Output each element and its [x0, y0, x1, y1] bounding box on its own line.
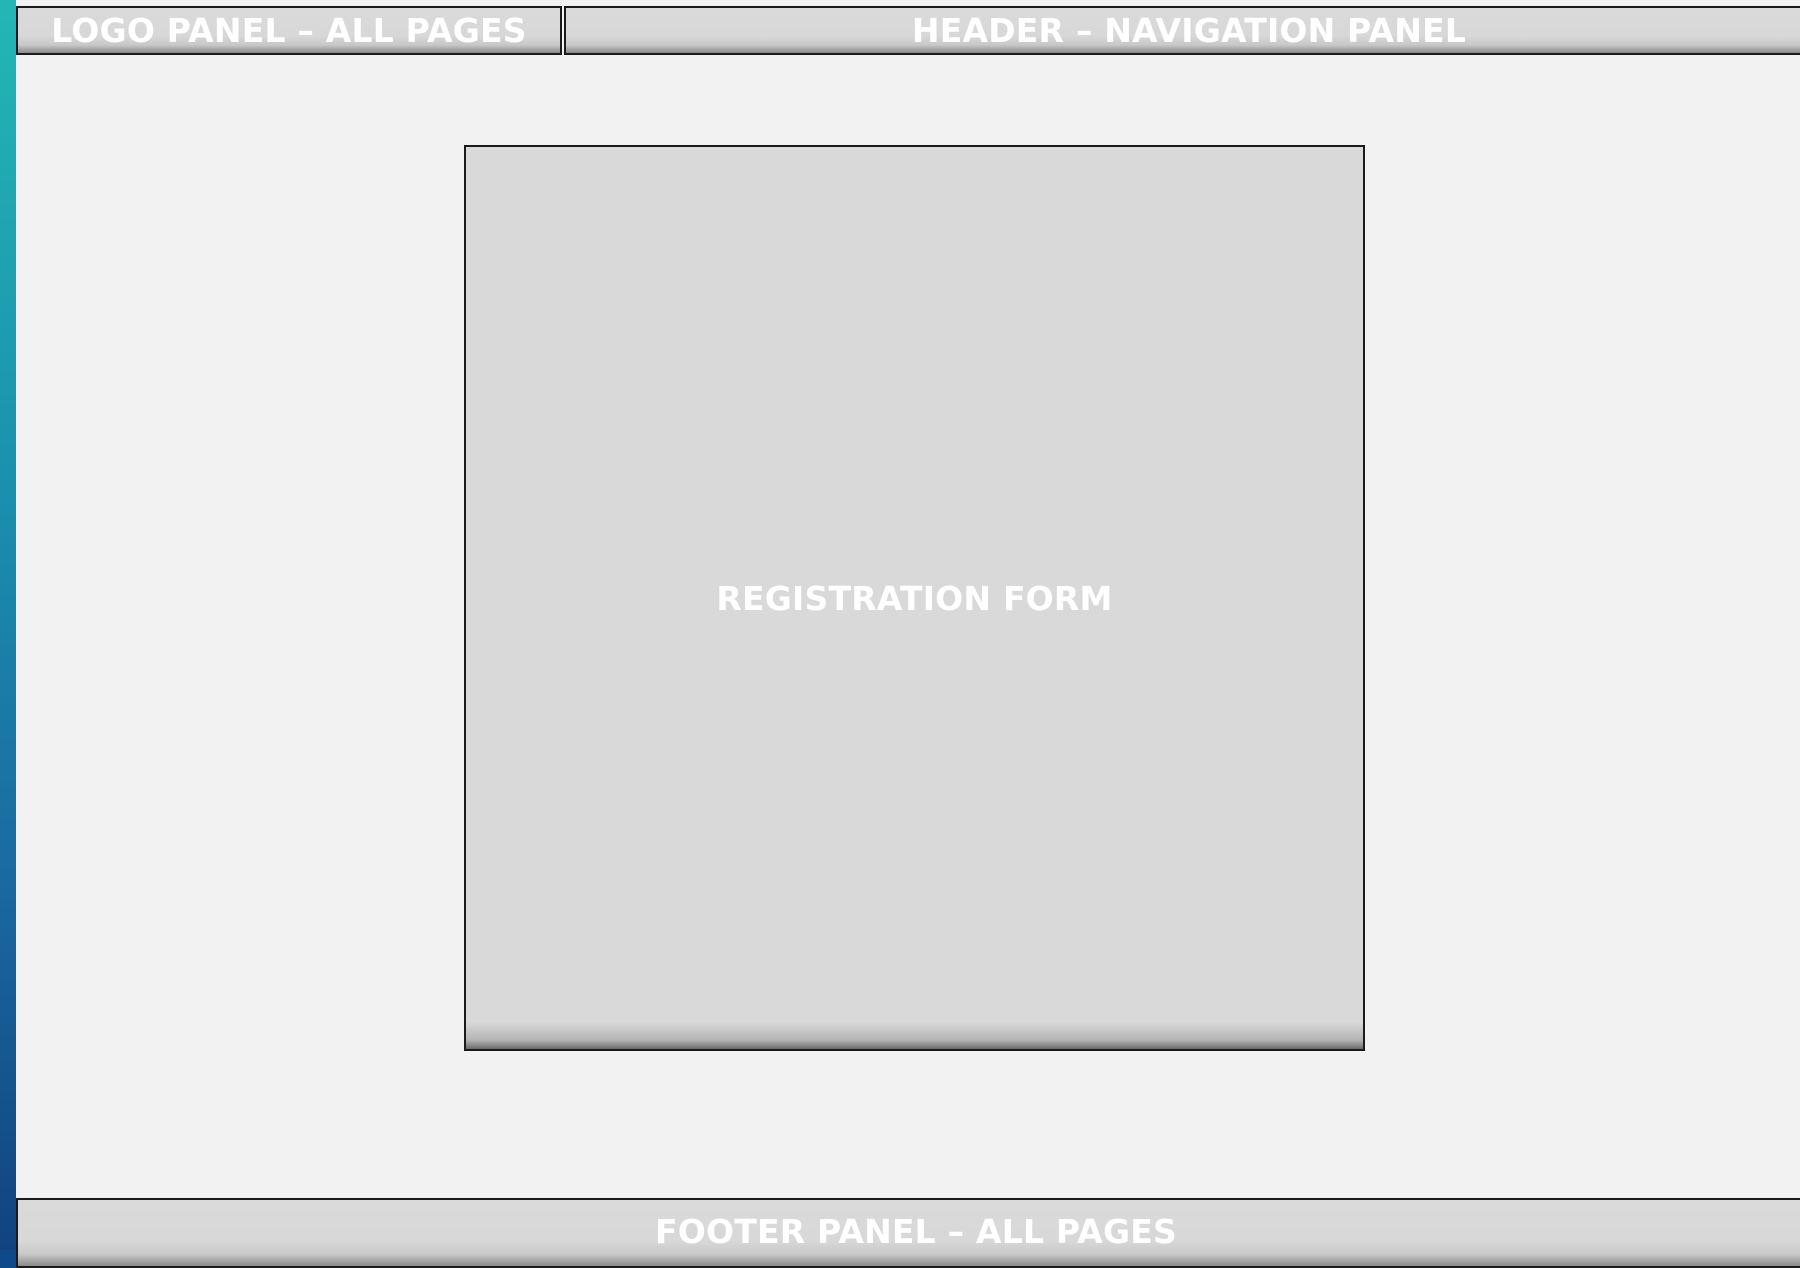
left-accent-strip — [0, 0, 16, 1250]
header-panel-label: HEADER – NAVIGATION PANEL — [911, 11, 1467, 50]
footer-panel-label: FOOTER PANEL – ALL PAGES — [655, 1212, 1177, 1251]
logo-panel: LOGO PANEL – ALL PAGES — [16, 6, 562, 55]
header-navigation-panel: HEADER – NAVIGATION PANEL — [564, 6, 1800, 55]
registration-form-panel: REGISTRATION FORM — [464, 145, 1365, 1051]
registration-form-label: REGISTRATION FORM — [716, 578, 1113, 618]
footer-panel: FOOTER PANEL – ALL PAGES — [16, 1198, 1800, 1268]
logo-panel-label: LOGO PANEL – ALL PAGES — [51, 11, 527, 50]
